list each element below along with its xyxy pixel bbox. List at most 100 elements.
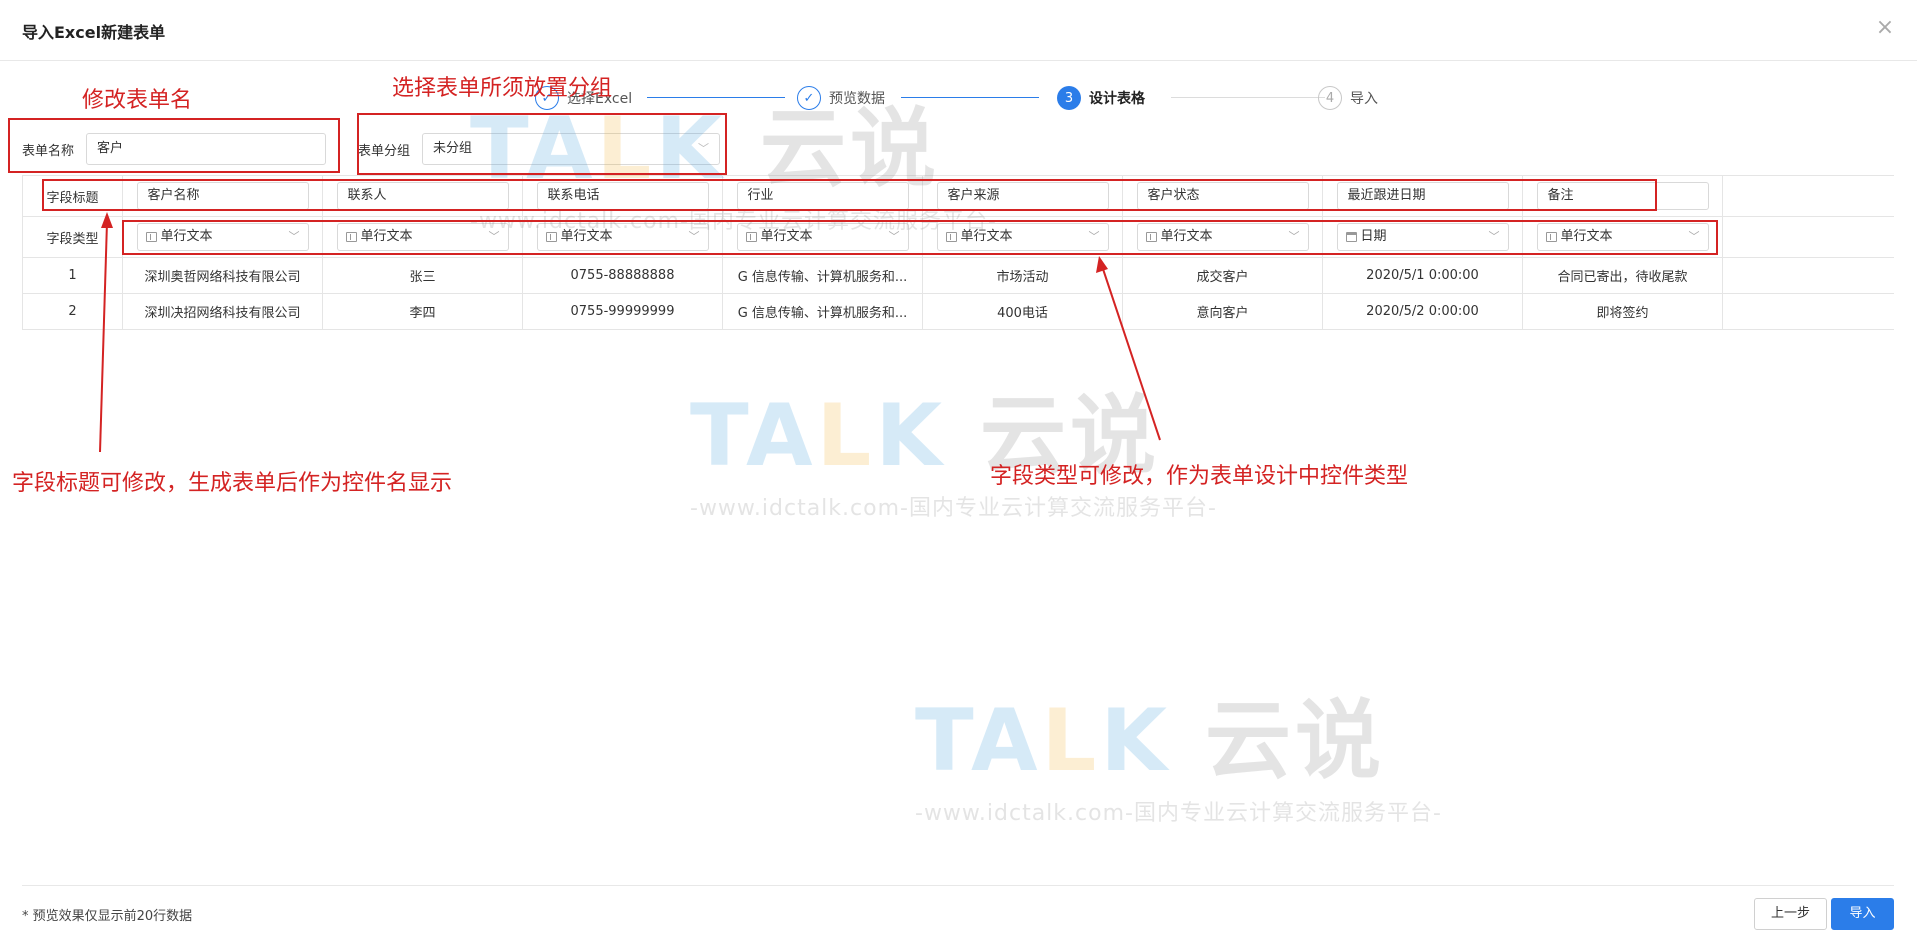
field-title-cell: 联系电话 <box>523 176 723 216</box>
field-title-input[interactable]: 联系电话 <box>536 182 709 210</box>
step-connector <box>901 97 1039 98</box>
step-import: 4 导入 <box>1318 83 1378 113</box>
form-name-label: 表单名称 <box>22 144 75 159</box>
field-type-cell: 单行文本 ﹀ <box>1523 217 1723 257</box>
step-connector <box>647 97 785 98</box>
field-title-input[interactable]: 客户状态 <box>1136 182 1309 210</box>
field-type-select[interactable]: 单行文本 ﹀ <box>1136 223 1309 251</box>
close-icon[interactable]: × <box>1873 16 1897 40</box>
field-design-table: 字段标题 客户名称 联系人 联系电话 行业 客户来源 客户状态 最近跟进日期 备… <box>22 175 1894 330</box>
table-cell: 深圳决招网络科技有限公司 <box>123 294 323 329</box>
table-cell: 2020/5/2 0:00:00 <box>1323 294 1523 329</box>
text-field-icon <box>545 232 557 242</box>
field-title-cell: 最近跟进日期 <box>1323 176 1523 216</box>
field-title-cell: 行业 <box>723 176 923 216</box>
step-label: 导入 <box>1350 91 1378 107</box>
field-type-value: 单行文本 <box>160 229 213 244</box>
watermark-tagline: -www.idctalk.com-国内专业云计算交流服务平台- <box>690 496 1217 521</box>
field-title-cell: 客户状态 <box>1123 176 1323 216</box>
table-cell: 0755-88888888 <box>523 258 723 293</box>
row-index: 1 <box>23 258 123 293</box>
field-title-input[interactable]: 联系人 <box>336 182 509 210</box>
text-field-icon <box>345 232 357 242</box>
field-title-cell: 客户名称 <box>123 176 323 216</box>
table-cell: 成交客户 <box>1123 258 1323 293</box>
import-button[interactable]: 导入 <box>1831 898 1894 930</box>
field-type-select[interactable]: 单行文本 ﹀ <box>336 223 509 251</box>
field-type-select[interactable]: 单行文本 ﹀ <box>1536 223 1709 251</box>
table-cell: G 信息传输、计算机服务和... <box>723 258 923 293</box>
watermark: TALK 云说 -www.idctalk.com-国内专业云计算交流服务平台- <box>915 670 1442 827</box>
field-title-input[interactable]: 客户名称 <box>136 182 309 210</box>
field-type-cell: 单行文本 ﹀ <box>523 217 723 257</box>
annotation-field-title-note: 字段标题可修改，生成表单后作为控件名显示 <box>12 471 453 496</box>
field-type-cell: 单行文本 ﹀ <box>923 217 1123 257</box>
table-cell: 0755-99999999 <box>523 294 723 329</box>
empty-cell <box>1723 176 1894 216</box>
field-type-value: 单行文本 <box>1560 229 1613 244</box>
stepper: ✓ 选择Excel ✓ 预览数据 3 设计表格 4 导入 <box>535 83 1415 113</box>
field-type-value: 单行文本 <box>760 229 813 244</box>
field-type-row-label: 字段类型 <box>23 217 123 257</box>
field-type-cell: 日期 ﹀ <box>1323 217 1523 257</box>
chevron-down-icon: ﹀ <box>1088 230 1100 243</box>
table-cell: 合同已寄出，待收尾款 <box>1523 258 1723 293</box>
field-title-row-label: 字段标题 <box>23 176 123 216</box>
form-group-select[interactable]: 未分组 ﹀ <box>422 133 720 165</box>
chevron-down-icon: ﹀ <box>688 230 700 243</box>
text-field-icon <box>945 232 957 242</box>
table-cell: 400电话 <box>923 294 1123 329</box>
field-type-row: 字段类型 单行文本 ﹀ 单行文本 ﹀ 单行文本 ﹀ 单行文本 ﹀ 单行文本 ﹀ 单行文本 ﹀… <box>23 217 1894 258</box>
dialog-title: 导入Excel新建表单 <box>22 23 166 42</box>
chevron-down-icon: ﹀ <box>288 230 300 243</box>
chevron-down-icon: ﹀ <box>488 230 500 243</box>
chevron-down-icon: ﹀ <box>698 142 709 155</box>
row-index: 2 <box>23 294 123 329</box>
watermark-logo: TALK 云说 <box>690 386 1160 486</box>
field-title-input[interactable]: 备注 <box>1536 182 1709 210</box>
form-name-input[interactable]: 客户 <box>86 133 326 165</box>
step-connector <box>1171 97 1325 98</box>
prev-step-button[interactable]: 上一步 <box>1754 898 1827 930</box>
chevron-down-icon: ﹀ <box>1488 230 1500 243</box>
field-title-input[interactable]: 客户来源 <box>936 182 1109 210</box>
table-cell: 深圳奥哲网络科技有限公司 <box>123 258 323 293</box>
field-type-select[interactable]: 单行文本 ﹀ <box>736 223 909 251</box>
field-title-input[interactable]: 最近跟进日期 <box>1336 182 1509 210</box>
table-cell: 意向客户 <box>1123 294 1323 329</box>
table-cell: 市场活动 <box>923 258 1123 293</box>
check-icon: ✓ <box>535 86 559 110</box>
field-title-input[interactable]: 行业 <box>736 182 909 210</box>
annotation-rename-form: 修改表单名 <box>82 88 193 113</box>
watermark-tagline: -www.idctalk.com-国内专业云计算交流服务平台- <box>915 801 1442 826</box>
field-type-select[interactable]: 单行文本 ﹀ <box>536 223 709 251</box>
annotation-field-type-note: 字段类型可修改，作为表单设计中控件类型 <box>990 464 1409 489</box>
field-type-cell: 单行文本 ﹀ <box>323 217 523 257</box>
watermark: TALK 云说 -www.idctalk.com-国内专业云计算交流服务平台- <box>690 365 1217 522</box>
form-group-value: 未分组 <box>433 141 473 156</box>
text-field-icon <box>1545 232 1557 242</box>
step-number: 4 <box>1318 86 1342 110</box>
field-type-cell: 单行文本 ﹀ <box>1123 217 1323 257</box>
field-type-cell: 单行文本 ﹀ <box>123 217 323 257</box>
field-type-value: 单行文本 <box>560 229 613 244</box>
step-preview-data: ✓ 预览数据 <box>797 83 885 113</box>
field-type-select[interactable]: 单行文本 ﹀ <box>936 223 1109 251</box>
step-label: 预览数据 <box>829 91 885 107</box>
step-number: 3 <box>1057 86 1081 110</box>
table-cell: 2020/5/1 0:00:00 <box>1323 258 1523 293</box>
field-type-value: 单行文本 <box>960 229 1013 244</box>
text-field-icon <box>1145 232 1157 242</box>
table-cell: 张三 <box>323 258 523 293</box>
field-type-select[interactable]: 单行文本 ﹀ <box>136 223 309 251</box>
field-type-select[interactable]: 日期 ﹀ <box>1336 223 1509 251</box>
table-cell: G 信息传输、计算机服务和... <box>723 294 923 329</box>
form-group-label: 表单分组 <box>358 144 411 159</box>
empty-cell <box>1723 294 1894 329</box>
watermark-logo: TALK 云说 <box>915 691 1385 791</box>
field-title-row: 字段标题 客户名称 联系人 联系电话 行业 客户来源 客户状态 最近跟进日期 备… <box>23 176 1894 217</box>
chevron-down-icon: ﹀ <box>1688 230 1700 243</box>
field-title-cell: 联系人 <box>323 176 523 216</box>
footer-note: * 预览效果仅显示前20行数据 <box>22 909 193 924</box>
field-type-value: 日期 <box>1360 229 1387 244</box>
